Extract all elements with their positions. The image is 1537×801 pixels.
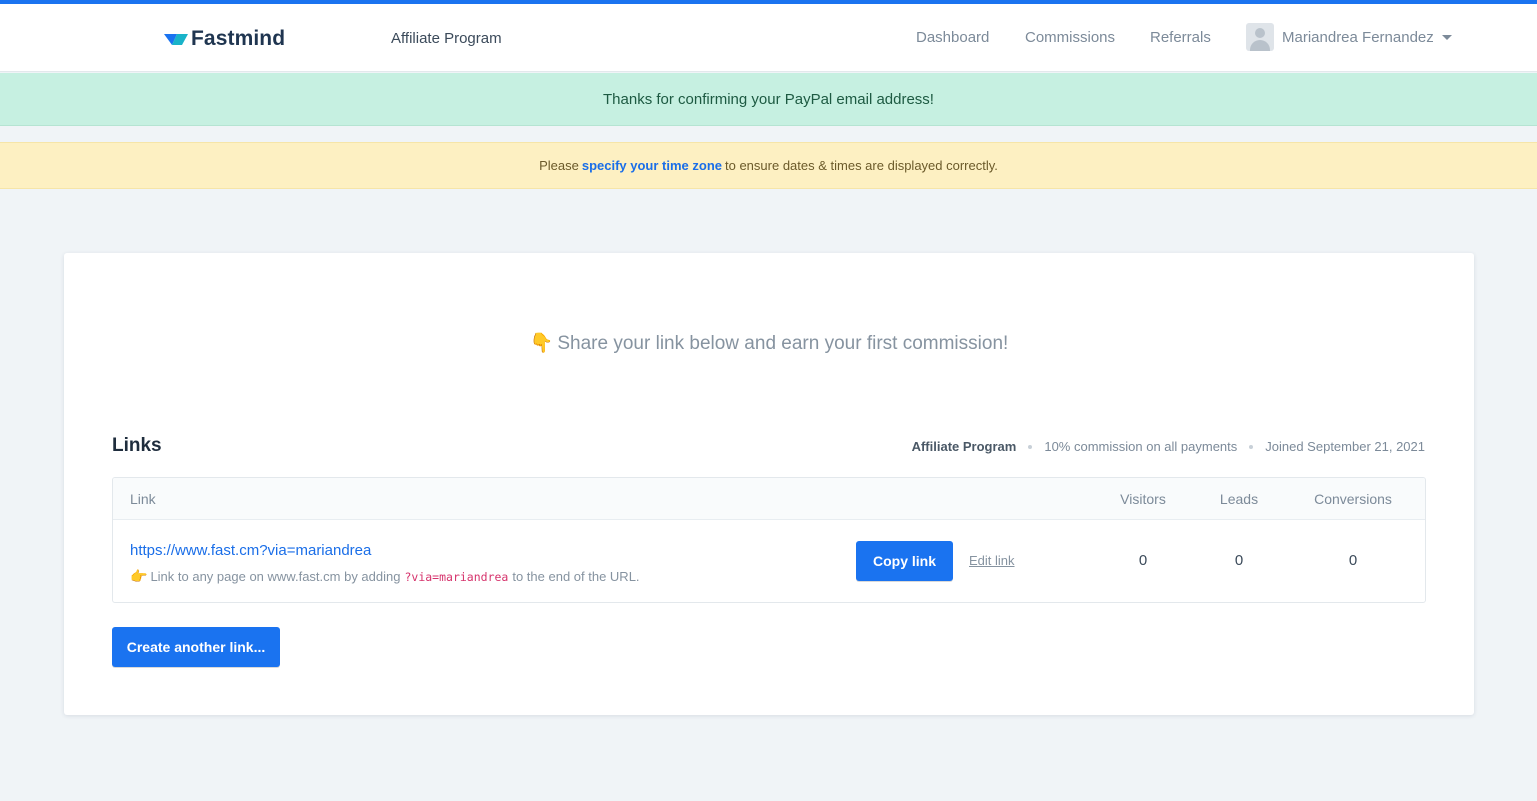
meta-commission: 10% commission on all payments <box>1044 439 1238 454</box>
nav-link-referrals[interactable]: Referrals <box>1150 29 1211 46</box>
links-table: Link Visitors Leads Conversions https://… <box>112 477 1426 603</box>
separator-dot <box>1028 444 1033 449</box>
affiliate-url-link[interactable]: https://www.fast.cm?via=mariandrea <box>130 542 371 559</box>
nav-link-commissions[interactable]: Commissions <box>1025 29 1115 46</box>
links-title: Links <box>112 435 162 456</box>
hint-suffix: to the end of the URL. <box>512 569 640 584</box>
create-another-link-button[interactable]: Create another link... <box>112 627 280 667</box>
column-header-visitors: Visitors <box>1120 491 1166 507</box>
program-name: Affiliate Program <box>391 30 502 47</box>
hint-code: ?via=mariandrea <box>404 569 509 584</box>
edit-link[interactable]: Edit link <box>969 553 1015 568</box>
chevron-down-icon <box>1441 34 1452 40</box>
conversions-count: 0 <box>1348 552 1358 569</box>
leads-count: 0 <box>1234 552 1244 569</box>
avatar-head <box>1255 28 1265 38</box>
meta-program: Affiliate Program <box>911 439 1017 454</box>
table-header: Link Visitors Leads Conversions <box>113 478 1425 520</box>
fastmind-logo-icon <box>164 34 188 45</box>
table-row: https://www.fast.cm?via=mariandrea 👉 Lin… <box>113 520 1425 602</box>
warning-suffix: to ensure dates & times are displayed co… <box>725 158 998 173</box>
timezone-warning-alert: Please specify your time zone to ensure … <box>0 142 1537 189</box>
hero-text: Share your link below and earn your firs… <box>557 333 1009 354</box>
program-meta: Affiliate Program 10% commission on all … <box>912 439 1425 454</box>
affiliate-links-card: 👇 Share your link below and earn your fir… <box>64 253 1474 715</box>
visitors-count: 0 <box>1138 552 1148 569</box>
column-header-link: Link <box>130 491 156 507</box>
copy-link-button[interactable]: Copy link <box>856 541 953 581</box>
point-right-icon: 👉 <box>130 568 148 584</box>
separator-dot <box>1249 444 1254 449</box>
success-alert-text: Thanks for confirming your PayPal email … <box>603 90 934 108</box>
meta-joined: Joined September 21, 2021 <box>1265 439 1425 454</box>
paypal-confirmed-alert: Thanks for confirming your PayPal email … <box>0 73 1537 126</box>
avatar-body <box>1250 40 1270 51</box>
column-header-conversions: Conversions <box>1314 491 1392 507</box>
warning-prefix: Please <box>539 158 579 173</box>
user-name: Mariandrea Fernandez <box>1282 28 1434 46</box>
avatar <box>1246 23 1274 51</box>
link-hint: 👉 Link to any page on www.fast.cm by add… <box>130 568 640 585</box>
hint-prefix: Link to any page on www.fast.cm by addin… <box>150 569 401 584</box>
brand-name: Fastmind <box>191 27 286 50</box>
brand-logo[interactable]: Fastmind <box>163 26 285 52</box>
nav-link-dashboard[interactable]: Dashboard <box>916 29 989 46</box>
specify-timezone-link[interactable]: specify your time zone <box>582 158 722 173</box>
top-navbar: Fastmind Affiliate Program Dashboard Com… <box>0 4 1537 72</box>
point-down-icon: 👇 <box>529 333 554 354</box>
user-menu-dropdown[interactable]: Mariandrea Fernandez <box>1246 23 1452 51</box>
column-header-leads: Leads <box>1219 491 1259 507</box>
share-hero: 👇 Share your link below and earn your fir… <box>64 331 1474 355</box>
